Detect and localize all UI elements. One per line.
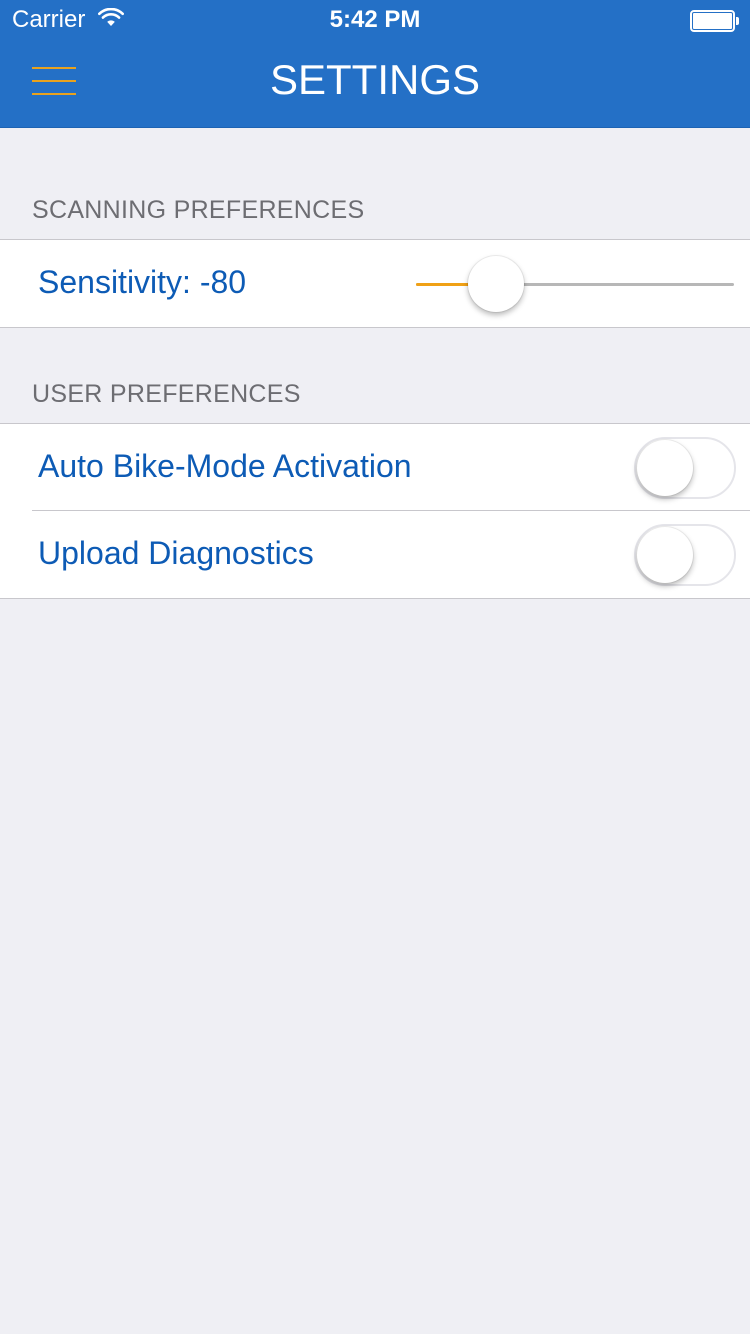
auto-bike-mode-row: Auto Bike-Mode Activation	[0, 424, 750, 511]
status-bar: Carrier 5:42 PM	[0, 0, 750, 40]
auto-bike-mode-label: Auto Bike-Mode Activation	[38, 448, 412, 484]
upload-diagnostics-label: Upload Diagnostics	[38, 535, 314, 571]
sensitivity-label: Sensitivity: -80	[38, 264, 247, 300]
sensitivity-row: Sensitivity: -80	[0, 240, 750, 327]
auto-bike-mode-toggle[interactable]	[634, 437, 736, 499]
status-time: 5:42 PM	[329, 6, 421, 33]
toggle-knob	[637, 440, 693, 496]
battery-icon	[690, 10, 740, 32]
header: Carrier 5:42 PM SETTINGS	[0, 0, 750, 128]
page-title: SETTINGS	[269, 56, 481, 103]
section-header-user: USER PREFERENCES	[32, 380, 301, 408]
sensitivity-slider[interactable]	[416, 256, 734, 312]
scanning-preferences-group: Sensitivity: -80	[0, 239, 750, 328]
section-header-scanning: SCANNING PREFERENCES	[32, 196, 365, 224]
user-preferences-group: Auto Bike-Mode Activation Upload Diagnos…	[0, 423, 750, 599]
upload-diagnostics-toggle[interactable]	[634, 524, 736, 586]
slider-thumb[interactable]	[467, 256, 524, 312]
settings-screen: Carrier 5:42 PM SETTINGS SCANNING PREFER…	[0, 0, 750, 1334]
upload-diagnostics-row: Upload Diagnostics	[0, 511, 750, 598]
toggle-knob	[637, 527, 693, 583]
